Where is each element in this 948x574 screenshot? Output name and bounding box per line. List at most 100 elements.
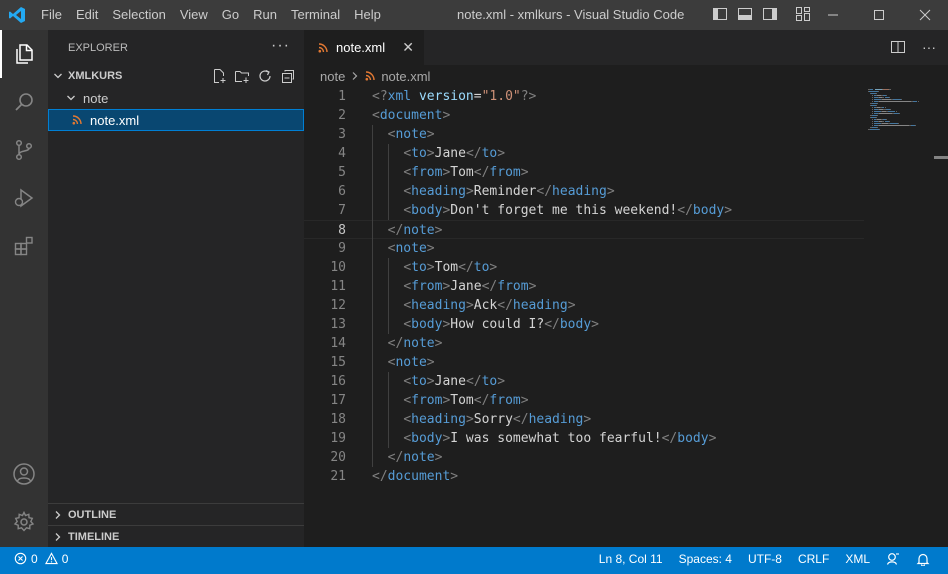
- editor-tabs: note.xml ✕ ···: [304, 30, 948, 65]
- line-number: 14: [330, 336, 346, 351]
- code-line[interactable]: 8 </note>: [304, 220, 864, 239]
- line-text: <to>Jane</to>: [372, 144, 505, 163]
- code-token: <: [403, 298, 412, 313]
- breadcrumb-folder[interactable]: note: [320, 69, 345, 84]
- code-token: </: [497, 298, 513, 313]
- minimize-button[interactable]: [810, 0, 856, 30]
- tree-item-file-note-xml[interactable]: note.xml: [48, 109, 304, 131]
- menu-view[interactable]: View: [173, 0, 215, 30]
- workspace-folder-header[interactable]: XMLKURS: [48, 65, 304, 87]
- code-token: </: [465, 374, 482, 389]
- code-token: I was somewhat too fearful!: [450, 431, 662, 446]
- code-token: Jane: [434, 374, 466, 389]
- feedback-icon[interactable]: [878, 552, 908, 566]
- problems-status[interactable]: 0 0: [14, 547, 68, 570]
- code-token: </: [465, 146, 482, 161]
- more-actions-icon[interactable]: ···: [922, 39, 936, 58]
- toggle-panel-icon[interactable]: [737, 6, 753, 25]
- line-number: 9: [338, 241, 346, 256]
- source-control-activity-button[interactable]: [0, 126, 48, 174]
- close-tab-button[interactable]: ✕: [402, 39, 414, 56]
- maximize-button[interactable]: [856, 0, 902, 30]
- line-number: 10: [330, 260, 346, 275]
- code-token: <: [403, 393, 412, 408]
- cursor-position[interactable]: Ln 8, Col 11: [591, 552, 671, 566]
- line-number: 12: [330, 298, 346, 313]
- minimap[interactable]: [868, 87, 932, 147]
- code-line[interactable]: 14 </note>: [304, 334, 864, 353]
- end-of-line[interactable]: CRLF: [790, 552, 837, 566]
- code-token: note: [403, 223, 435, 238]
- code-token: >: [520, 165, 529, 180]
- code-token: </: [512, 412, 529, 427]
- error-icon: [14, 552, 27, 565]
- code-line[interactable]: 9 <note>: [304, 239, 864, 258]
- line-text: <from>Jane</from>: [372, 277, 536, 296]
- menu-edit[interactable]: Edit: [69, 0, 105, 30]
- notifications-bell-icon[interactable]: [908, 552, 938, 566]
- toggle-sidebar-icon[interactable]: [712, 6, 728, 25]
- explorer-activity-button[interactable]: [0, 30, 48, 78]
- more-actions-button[interactable]: ···: [271, 37, 290, 55]
- new-folder-icon[interactable]: [234, 68, 250, 87]
- minimap-line: [901, 99, 903, 100]
- code-token: Jane: [434, 146, 466, 161]
- extensions-activity-button[interactable]: [0, 222, 48, 270]
- code-token: </: [387, 450, 404, 465]
- indentation[interactable]: Spaces: 4: [671, 552, 740, 566]
- code-line[interactable]: 3 <note>: [304, 125, 864, 144]
- line-text: </note>: [372, 334, 443, 353]
- toggle-secondary-sidebar-icon[interactable]: [762, 6, 778, 25]
- search-activity-button[interactable]: [0, 78, 48, 126]
- editor-area: note.xml ✕ ··· note note.xml 1 <?xml vers…: [304, 30, 948, 547]
- accounts-activity-button[interactable]: [0, 450, 48, 498]
- code-line[interactable]: 15 <note>: [304, 353, 864, 372]
- language-mode[interactable]: XML: [837, 552, 878, 566]
- outline-section-header[interactable]: OUTLINE: [48, 503, 304, 525]
- encoding[interactable]: UTF-8: [740, 552, 790, 566]
- tree-item-folder-note[interactable]: note: [48, 87, 304, 109]
- code-line[interactable]: 21 </document>: [304, 467, 864, 486]
- window-title: note.xml - xmlkurs - Visual Studio Code: [457, 7, 685, 22]
- minimap-line: [898, 113, 900, 114]
- split-editor-icon[interactable]: [890, 39, 906, 58]
- breadcrumb-file[interactable]: note.xml: [381, 69, 430, 84]
- line-text: <from>Tom</from>: [372, 391, 528, 410]
- code-token: body: [677, 431, 709, 446]
- line-text: </note>: [372, 448, 443, 467]
- run-debug-activity-button[interactable]: [0, 174, 48, 222]
- code-token: "1.0": [481, 89, 521, 104]
- menu-selection[interactable]: Selection: [105, 0, 172, 30]
- manage-activity-button[interactable]: [0, 498, 48, 546]
- code-line[interactable]: 2 <document>: [304, 106, 864, 125]
- code-line[interactable]: 1 <?xml version="1.0"?>: [304, 87, 864, 106]
- menu-help[interactable]: Help: [347, 0, 388, 30]
- rss-file-icon: [318, 42, 336, 53]
- code-token: heading: [411, 184, 466, 199]
- menu-terminal[interactable]: Terminal: [284, 0, 347, 30]
- tab-note-xml[interactable]: note.xml ✕: [304, 30, 424, 65]
- minimap-line: [873, 111, 882, 112]
- minimap-line: [897, 123, 899, 124]
- menu-go[interactable]: Go: [215, 0, 246, 30]
- timeline-section-header[interactable]: TIMELINE: [48, 525, 304, 547]
- close-icon: [919, 9, 931, 21]
- close-window-button[interactable]: [902, 0, 948, 30]
- minimap-line: [874, 89, 883, 90]
- code-token: to: [473, 260, 490, 275]
- new-file-icon[interactable]: [211, 68, 227, 87]
- menu-run[interactable]: Run: [246, 0, 284, 30]
- code-token: from: [489, 165, 521, 180]
- minimap-line: [875, 93, 877, 94]
- minimap-line: [884, 107, 886, 108]
- refresh-icon[interactable]: [257, 68, 273, 87]
- menu-file[interactable]: File: [34, 0, 69, 30]
- code-editor[interactable]: 1 <?xml version="1.0"?> 2 <document> 3 <note…: [304, 87, 864, 527]
- code-token: >: [708, 431, 717, 446]
- customize-layout-icon[interactable]: [795, 6, 811, 25]
- code-line[interactable]: 20 </note>: [304, 448, 864, 467]
- collapse-all-icon[interactable]: [280, 68, 296, 87]
- code-token: to: [411, 146, 427, 161]
